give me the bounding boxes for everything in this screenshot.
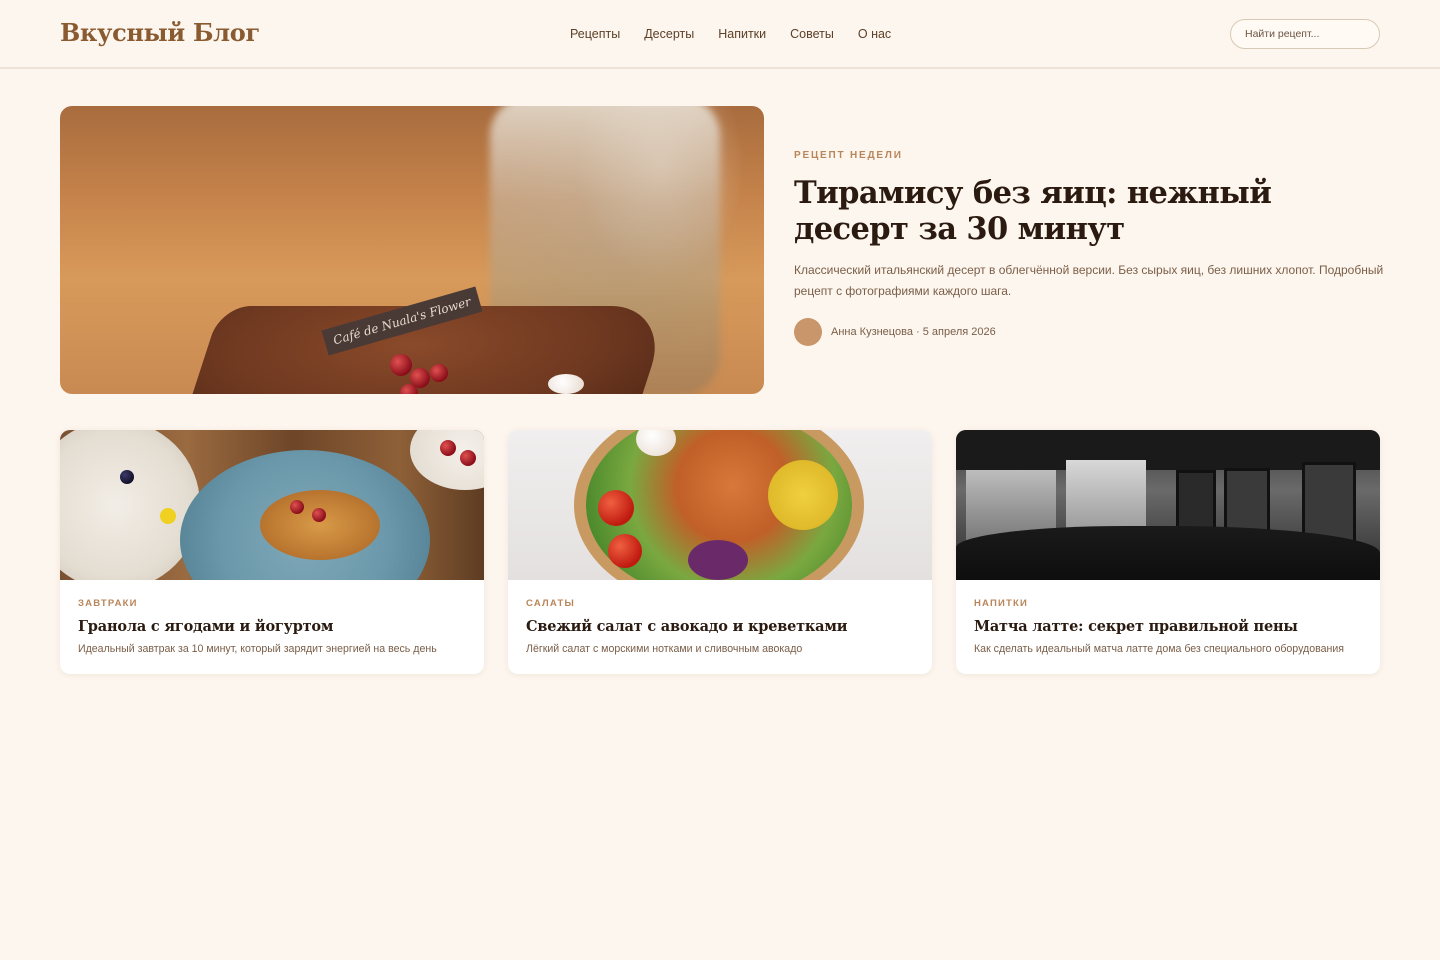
article-card-drinks[interactable]: НАПИТКИ Матча латте: секрет правильной п… [956,430,1380,674]
nav-link-tips[interactable]: Советы [790,26,834,42]
hero-kicker: РЕЦЕПТ НЕДЕЛИ [794,150,903,161]
search-input[interactable] [1230,19,1380,49]
card-image-corn [768,460,838,530]
card-image-pancake [260,490,380,560]
card-category[interactable]: ЗАВТРАКИ [78,598,466,609]
card-image-berry [290,500,304,514]
card-title[interactable]: Свежий салат с авокадо и креветками [526,618,914,635]
card-category[interactable]: САЛАТЫ [526,598,914,609]
nav-link-about[interactable]: О нас [858,26,891,42]
card-image-berry [120,470,134,484]
site-logo[interactable]: Вкусный Блог [60,18,260,47]
hero-image-cream [548,374,584,394]
card-image-tomato [598,490,634,526]
article-card-salad[interactable]: САЛАТЫ Свежий салат с авокадо и креветка… [508,430,932,674]
card-image-berry [440,440,456,456]
article-card-breakfast[interactable]: ЗАВТРАКИ Гранола с ягодами и йогуртом Ид… [60,430,484,674]
hero-article: РЕЦЕПТ НЕДЕЛИ Тирамису без яиц: нежный д… [794,150,1384,346]
card-category[interactable]: НАПИТКИ [974,598,1362,609]
nav-link-desserts[interactable]: Десерты [644,26,694,42]
author-meta: Анна Кузнецова · 5 апреля 2026 [794,318,1384,346]
card-body: САЛАТЫ Свежий салат с авокадо и креветка… [508,580,932,655]
hero-image[interactable]: Café de Nuala's Flower [60,106,764,394]
card-image-berry [460,450,476,466]
card-description: Идеальный завтрак за 10 минут, который з… [78,643,437,655]
site-header: Вкусный Блог Рецепты Десерты Напитки Сов… [0,0,1440,69]
card-image-tomato [608,534,642,568]
card-description: Как сделать идеальный матча латте дома б… [974,643,1344,655]
card-title[interactable]: Матча латте: секрет правильной пены [974,618,1362,635]
card-image-salad [508,430,932,580]
card-image-crowd [956,526,1380,580]
main-nav: Рецепты Десерты Напитки Советы О нас [570,26,915,42]
card-title[interactable]: Гранола с ягодами и йогуртом [78,618,466,635]
hero-title[interactable]: Тирамису без яиц: нежный десерт за 30 ми… [794,175,1384,247]
card-description: Лёгкий салат с морскими нотками и сливоч… [526,643,803,655]
avatar [794,318,822,346]
hero-image-berry [430,364,448,382]
card-body: НАПИТКИ Матча латте: секрет правильной п… [956,580,1380,655]
card-image-gallery [956,430,1380,580]
card-image-cabbage [688,540,748,580]
card-image-granola [60,430,484,580]
nav-link-drinks[interactable]: Напитки [718,26,766,42]
hero-image-berry [390,354,412,376]
card-image-berry [312,508,326,522]
author-byline: Анна Кузнецова · 5 апреля 2026 [831,326,996,338]
card-image-plate [60,430,200,580]
nav-link-recipes[interactable]: Рецепты [570,26,620,42]
hero-description: Классический итальянский десерт в облегч… [794,263,1384,298]
card-image-flower [160,508,176,524]
card-body: ЗАВТРАКИ Гранола с ягодами и йогуртом Ид… [60,580,484,655]
